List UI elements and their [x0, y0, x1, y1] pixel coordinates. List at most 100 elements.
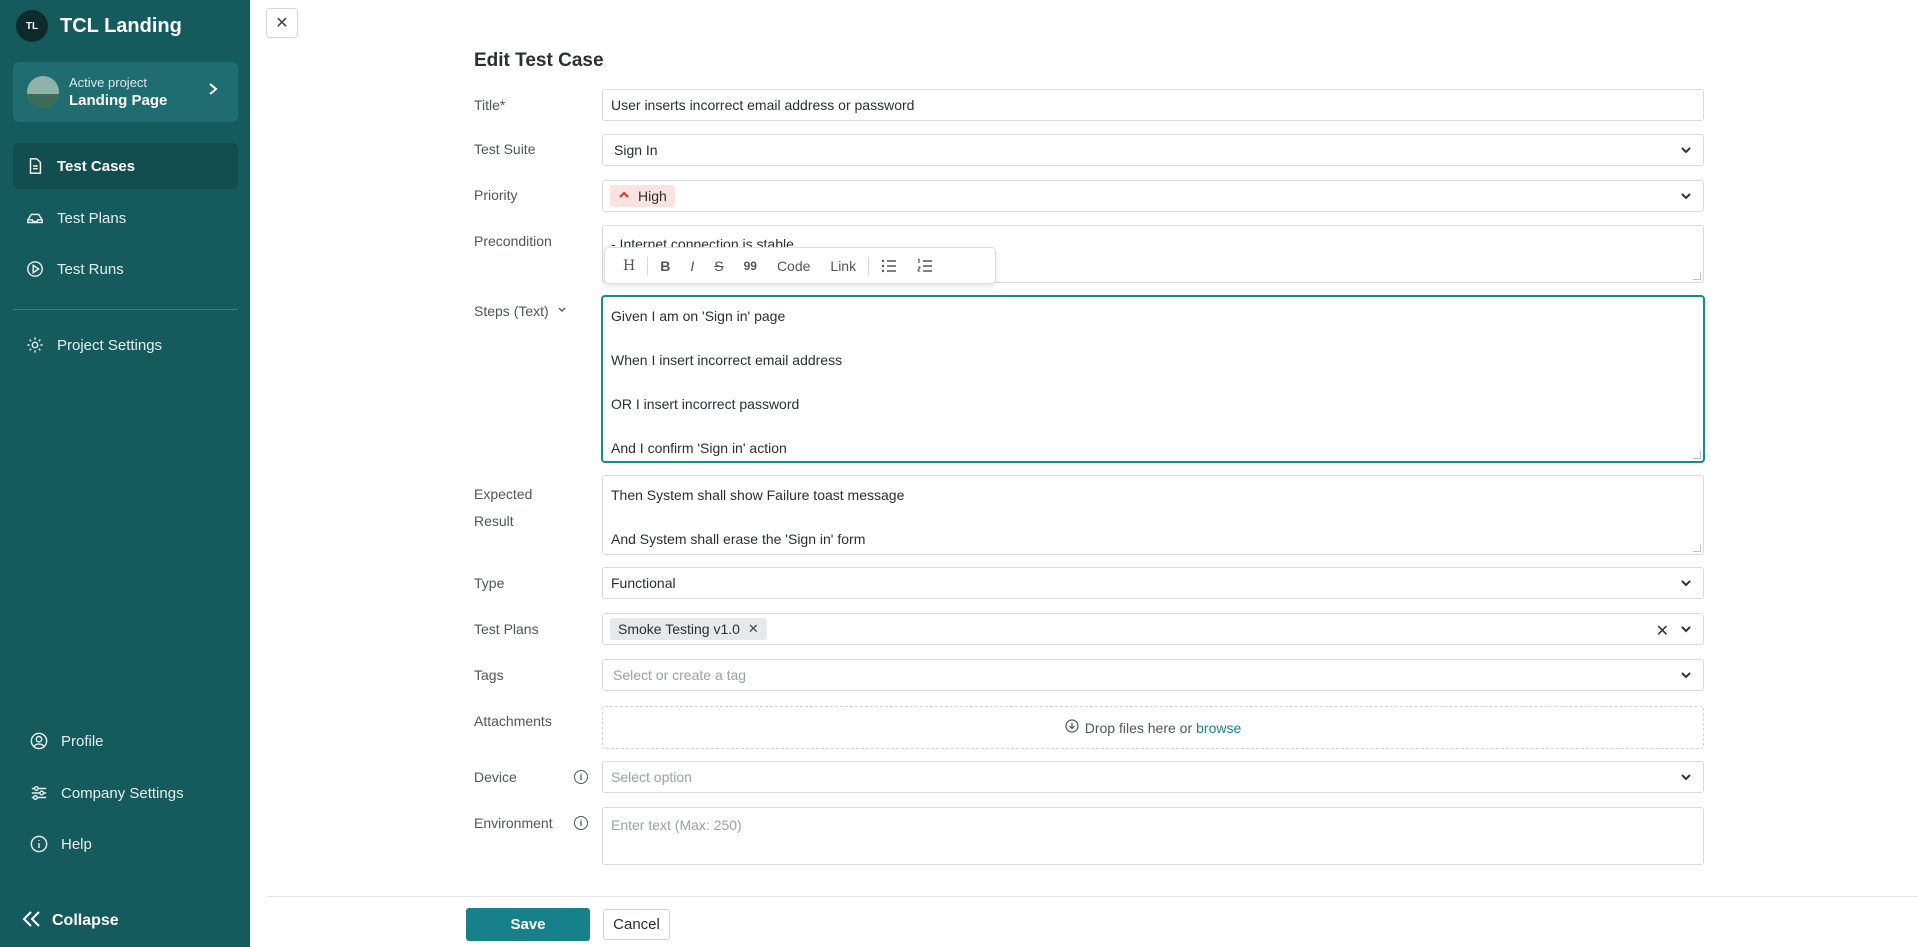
chevron-right-icon	[206, 82, 220, 101]
test-suite-select[interactable]: Sign In	[602, 134, 1704, 166]
steps-textarea[interactable]: Given I am on 'Sign in' page When I inse…	[602, 296, 1704, 462]
chevron-down-icon	[1679, 622, 1693, 636]
browse-link[interactable]: browse	[1196, 720, 1241, 736]
expected-line: And System shall erase the 'Sign in' for…	[611, 531, 866, 547]
numbered-list-button[interactable]	[907, 248, 943, 283]
close-button[interactable]: ✕	[266, 8, 298, 38]
environment-info-icon[interactable]: i	[574, 816, 588, 830]
priority-badge: High	[610, 185, 675, 207]
device-select[interactable]: Select option	[602, 761, 1704, 793]
resize-handle[interactable]	[1693, 544, 1701, 552]
quote-icon: 99	[743, 258, 757, 273]
text-format-toolbar: H B I S 99 Code Link	[604, 247, 996, 284]
step-line: When I insert incorrect email address	[611, 352, 843, 368]
toolbar-divider	[868, 256, 870, 275]
plans-icon	[25, 208, 45, 228]
type-value: Functional	[611, 575, 676, 591]
sidebar-item-project-settings[interactable]: Project Settings	[13, 322, 238, 368]
resize-handle[interactable]	[1693, 272, 1701, 280]
steps-label: Steps (Text)	[474, 303, 549, 319]
sidebar-item-test-runs[interactable]: Test Runs	[13, 246, 238, 292]
page-title: Edit Test Case	[474, 50, 604, 71]
gear-icon	[25, 335, 45, 355]
sidebar-item-help[interactable]: Help	[13, 821, 238, 867]
step-line: And I confirm 'Sign in' action	[611, 440, 787, 456]
bullet-list-icon	[881, 259, 897, 272]
expected-label-line: Expected	[474, 486, 533, 502]
test-suite-value: Sign In	[614, 142, 658, 158]
expected-label-line: Result	[474, 513, 514, 529]
type-select[interactable]: Functional	[602, 567, 1704, 599]
link-button[interactable]: Link	[820, 248, 866, 283]
title-value: User inserts incorrect email address or …	[611, 97, 915, 113]
tags-select[interactable]: Select or create a tag	[602, 659, 1704, 691]
sidebar-item-label: Company Settings	[61, 784, 184, 802]
chevron-down-icon	[1679, 576, 1693, 590]
quote-button[interactable]: 99	[734, 248, 767, 283]
chevron-down-icon	[557, 306, 567, 317]
step-line: Given I am on 'Sign in' page	[611, 308, 786, 324]
heading-button[interactable]: H	[613, 248, 645, 283]
drop-text: Drop files here or	[1084, 719, 1193, 736]
tags-placeholder: Select or create a tag	[613, 667, 747, 683]
sidebar-item-profile[interactable]: Profile	[13, 718, 238, 764]
strikethrough-icon: S	[714, 257, 724, 274]
italic-button[interactable]: I	[680, 248, 704, 283]
workspace-avatar: TL	[16, 10, 48, 42]
sidebar-item-label: Test Runs	[57, 260, 124, 278]
cancel-button[interactable]: Cancel	[603, 909, 670, 940]
code-button[interactable]: Code	[767, 248, 820, 283]
priority-value: High	[638, 188, 667, 204]
download-icon	[1065, 719, 1079, 736]
tags-label: Tags	[474, 667, 504, 683]
brand[interactable]: TL TCL Landing	[16, 10, 182, 42]
priority-select[interactable]: High	[602, 180, 1704, 212]
clear-icon[interactable]: ✕	[1656, 621, 1669, 641]
expected-result-textarea[interactable]: Then System shall show Failure toast mes…	[602, 475, 1704, 555]
device-info-icon[interactable]: i	[574, 770, 588, 784]
environment-textarea[interactable]: Enter text (Max: 250)	[602, 807, 1704, 865]
chip-label: Smoke Testing v1.0	[618, 621, 740, 637]
test-plans-label: Test Plans	[474, 621, 539, 637]
sidebar: TL TCL Landing Active project Landing Pa…	[0, 0, 250, 947]
expected-line: Then System shall show Failure toast mes…	[611, 487, 905, 503]
chevron-up-icon	[618, 189, 630, 203]
double-chevron-left-icon	[22, 910, 42, 932]
collapse-sidebar-button[interactable]: Collapse	[22, 910, 119, 932]
resize-handle[interactable]	[1693, 451, 1701, 459]
workspace-name: TCL Landing	[60, 14, 182, 37]
remove-chip-icon[interactable]: ✕	[748, 621, 759, 637]
test-plans-multiselect[interactable]: Smoke Testing v1.0 ✕ ✕	[602, 613, 1704, 645]
steps-mode-toggle[interactable]: Steps (Text)	[474, 303, 567, 319]
numbered-list-icon	[917, 258, 933, 272]
sidebar-item-label: Test Cases	[57, 157, 136, 175]
bullet-list-button[interactable]	[871, 248, 907, 283]
attachments-dropzone[interactable]: Drop files here or browse	[602, 706, 1704, 749]
play-circle-icon	[25, 259, 45, 279]
save-button[interactable]: Save	[466, 908, 590, 941]
bold-button[interactable]: B	[650, 248, 680, 283]
device-placeholder: Select option	[611, 769, 692, 785]
sidebar-divider	[13, 309, 238, 310]
project-subtitle: Active project	[69, 75, 148, 90]
expected-result-label: Expected Result	[474, 481, 532, 535]
active-project-switcher[interactable]: Active project Landing Page	[13, 62, 238, 122]
chevron-down-icon	[1679, 668, 1693, 682]
bold-icon: B	[660, 257, 671, 274]
document-icon	[25, 156, 45, 176]
chevron-down-icon	[1679, 189, 1693, 203]
close-icon: ✕	[275, 15, 289, 32]
precondition-label: Precondition	[474, 233, 552, 249]
info-icon	[29, 834, 49, 854]
sidebar-item-company-settings[interactable]: Company Settings	[13, 770, 238, 816]
attachments-label: Attachments	[474, 713, 552, 729]
title-input[interactable]: User inserts incorrect email address or …	[602, 89, 1704, 121]
sidebar-item-label: Project Settings	[57, 336, 163, 354]
toolbar-divider	[647, 256, 649, 275]
sidebar-item-test-cases[interactable]: Test Cases	[13, 143, 238, 189]
strikethrough-button[interactable]: S	[704, 248, 733, 283]
sidebar-item-test-plans[interactable]: Test Plans	[13, 195, 238, 241]
collapse-label: Collapse	[52, 912, 119, 929]
test-suite-label: Test Suite	[474, 141, 536, 157]
sliders-icon	[29, 783, 49, 803]
